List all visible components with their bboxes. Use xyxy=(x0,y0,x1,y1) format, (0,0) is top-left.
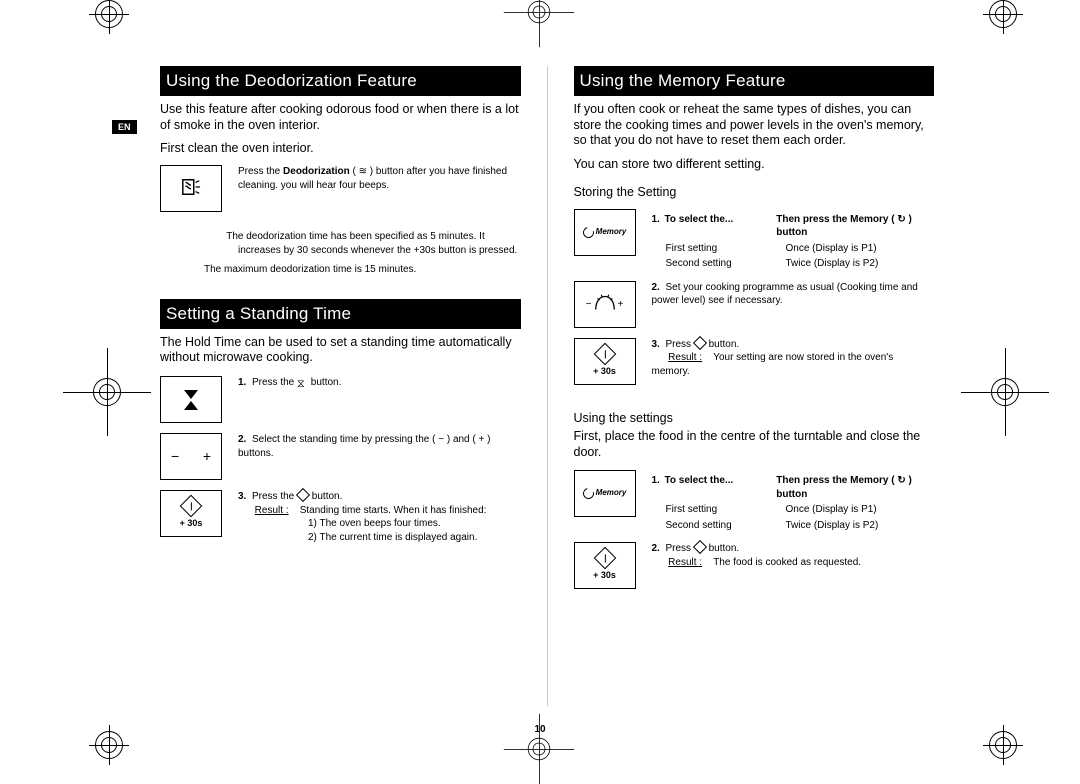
step-text: 1.To select the...Then press the Memory … xyxy=(652,209,935,271)
step-row: 1.Press the button. xyxy=(160,376,521,423)
step-text: 2.Select the standing time by pressing t… xyxy=(238,433,521,480)
clock-button-icon xyxy=(160,376,222,423)
crop-mark-icon xyxy=(95,0,123,28)
body-text: First, place the food in the centre of t… xyxy=(574,429,935,460)
memory-button-icon: Memory xyxy=(574,470,636,517)
step-row: −+ 2.Select the standing time by pressin… xyxy=(160,433,521,480)
step-text: Press the Deodorization ( ≋ ) button aft… xyxy=(238,165,521,212)
step-row: + 30s 2.Press button. Result : The food … xyxy=(574,542,935,589)
column-separator xyxy=(547,66,548,706)
memory-button-icon: Memory xyxy=(574,209,636,256)
step-row: Press the Deodorization ( ≋ ) button aft… xyxy=(160,165,521,212)
section-title: Using the Memory Feature xyxy=(574,67,935,96)
step-text: 3.Press the button. Result : Standing ti… xyxy=(238,490,521,544)
right-column: Using the Memory Feature If you often co… xyxy=(574,66,935,706)
crop-mark-icon xyxy=(989,0,1017,28)
hourglass-icon xyxy=(297,377,308,388)
plus-minus-microwave-icon: − + xyxy=(574,281,636,328)
sub-heading: Using the settings xyxy=(574,411,935,425)
step-row: + 30s 3.Press button. Result : Your sett… xyxy=(574,338,935,385)
step-row: − + 2.Set your cooking programme as usua… xyxy=(574,281,935,328)
step-row: Memory 1.To select the...Then press the … xyxy=(574,470,935,532)
language-badge: EN xyxy=(112,120,137,134)
step-text: 2.Press button. Result : The food is coo… xyxy=(652,542,935,589)
start-button-icon: + 30s xyxy=(160,490,222,537)
start-icon xyxy=(296,488,310,502)
body-text: The deodorization time has been specifie… xyxy=(160,230,521,257)
crop-mark-icon xyxy=(528,1,550,23)
crop-mark-icon xyxy=(95,731,123,759)
start-button-icon: + 30s xyxy=(574,338,636,385)
crop-mark-icon xyxy=(989,731,1017,759)
left-column: Using the Deodorization Feature Use this… xyxy=(160,66,521,706)
plus-minus-button-icon: −+ xyxy=(160,433,222,480)
deodorization-button-icon xyxy=(160,165,222,212)
body-text: You can store two different setting. xyxy=(574,157,935,171)
step-text: 1.Press the button. xyxy=(238,376,521,423)
step-row: Memory 1.To select the...Then press the … xyxy=(574,209,935,271)
crop-mark-icon xyxy=(991,378,1019,406)
body-text: The maximum deodorization time is 15 min… xyxy=(160,263,521,277)
body-text: The Hold Time can be used to set a stand… xyxy=(160,335,521,366)
body-text: First clean the oven interior. xyxy=(160,141,521,155)
step-text: 2.Set your cooking programme as usual (C… xyxy=(652,281,935,328)
page-number: 10 xyxy=(534,724,545,735)
crop-mark-icon xyxy=(93,378,121,406)
section-title: Setting a Standing Time xyxy=(160,300,521,329)
step-text: 1.To select the...Then press the Memory … xyxy=(652,470,935,532)
body-text: Use this feature after cooking odorous f… xyxy=(160,102,521,133)
step-row: + 30s 3.Press the button. Result : Stand… xyxy=(160,490,521,544)
start-button-icon: + 30s xyxy=(574,542,636,589)
page-content: Using the Deodorization Feature Use this… xyxy=(160,66,934,706)
crop-mark-icon xyxy=(528,738,550,760)
sub-heading: Storing the Setting xyxy=(574,185,935,199)
start-icon xyxy=(693,540,707,554)
body-text: If you often cook or reheat the same typ… xyxy=(574,102,935,149)
start-icon xyxy=(693,336,707,350)
step-text: 3.Press button. Result : Your setting ar… xyxy=(652,338,935,385)
section-title: Using the Deodorization Feature xyxy=(160,67,521,96)
